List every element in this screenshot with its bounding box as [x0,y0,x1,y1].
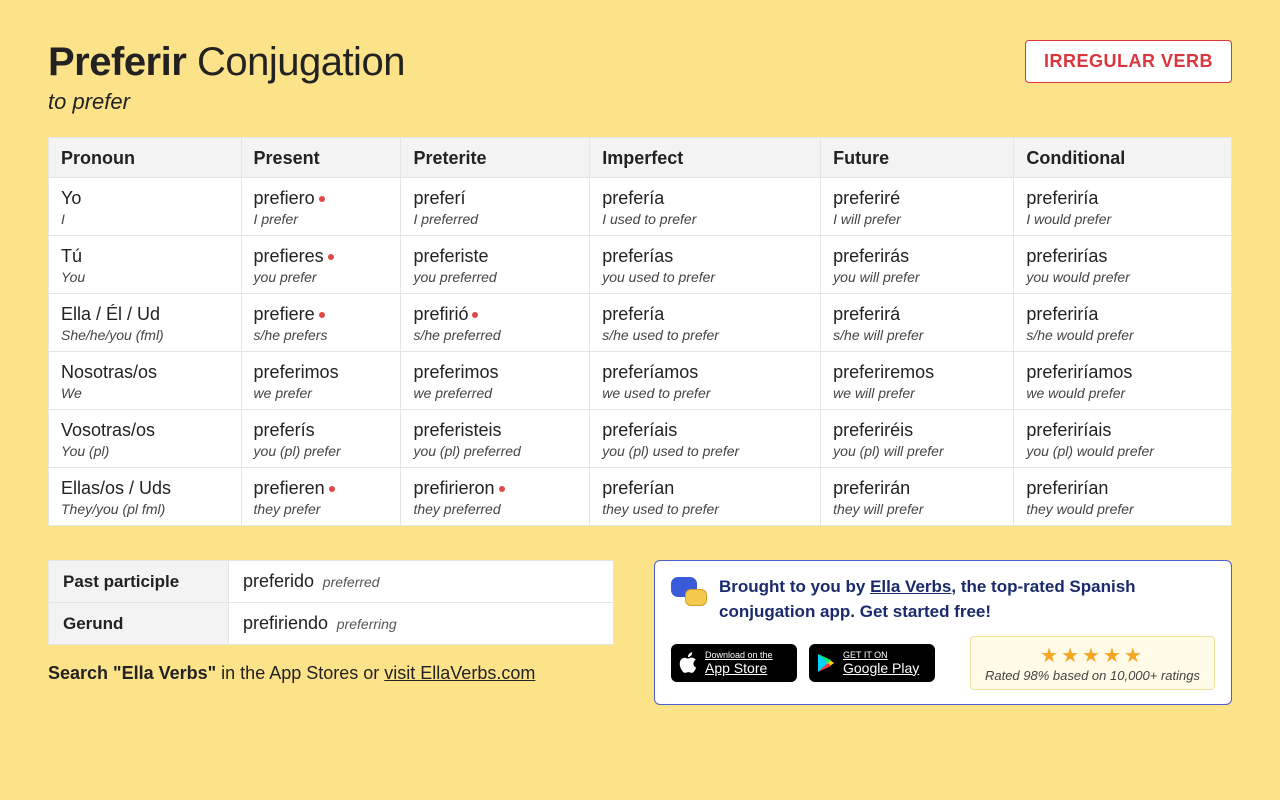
cell-future: preferiremoswe will prefer [821,352,1014,410]
cell-pronoun: YoI [49,178,242,236]
cell-pronoun: Nosotras/osWe [49,352,242,410]
cell-preterite: preferisteyou preferred [401,236,590,294]
subtitle: to prefer [48,89,405,115]
cell-preterite: preferimoswe preferred [401,352,590,410]
cell-future: preferirásyou will prefer [821,236,1014,294]
table-row: Ellas/os / UdsThey/you (pl fml)prefieren… [49,468,1232,526]
cell-imperfect: preferíasyou used to prefer [590,236,821,294]
past-participle-value: preferido [243,571,314,591]
cell-preterite: preferíI preferred [401,178,590,236]
irregular-dot-icon [329,486,335,492]
column-header: Pronoun [49,138,242,178]
cell-preterite: prefiriós/he preferred [401,294,590,352]
page-title: Preferir Conjugation [48,40,405,85]
brand-link[interactable]: Ella Verbs [870,577,951,596]
app-icon [671,575,707,611]
star-icons: ★★★★★ [985,643,1200,668]
table-row: TúYouprefieresyou preferpreferisteyou pr… [49,236,1232,294]
title-verb: Preferir [48,40,186,84]
search-middle: in the App Stores or [216,663,384,683]
table-row: YoIprefieroI preferpreferíI preferredpre… [49,178,1232,236]
cell-present: prefierenthey prefer [241,468,401,526]
cell-imperfect: preferíanthey used to prefer [590,468,821,526]
cell-conditional: preferiríanthey would prefer [1014,468,1232,526]
cell-future: preferirás/he will prefer [821,294,1014,352]
cell-imperfect: preferíaI used to prefer [590,178,821,236]
cell-pronoun: Vosotras/osYou (pl) [49,410,242,468]
gerund-value: prefiriendo [243,613,328,633]
irregular-dot-icon [319,196,325,202]
table-row: Vosotras/osYou (pl)preferísyou (pl) pref… [49,410,1232,468]
rating-text: Rated 98% based on 10,000+ ratings [985,668,1200,683]
forms-table: Past participle preferido preferred Geru… [48,560,614,645]
cell-conditional: preferiríasyou would prefer [1014,236,1232,294]
cell-present: prefieresyou prefer [241,236,401,294]
column-header: Present [241,138,401,178]
cell-present: prefieroI prefer [241,178,401,236]
gerund-trans: preferring [337,616,397,632]
cell-preterite: prefirieronthey preferred [401,468,590,526]
search-line: Search "Ella Verbs" in the App Stores or… [48,663,614,684]
cell-imperfect: preferíamoswe used to prefer [590,352,821,410]
irregular-dot-icon [472,312,478,318]
rating-box: ★★★★★ Rated 98% based on 10,000+ ratings [970,636,1215,690]
google-play-button[interactable]: GET IT ONGoogle Play [809,644,935,682]
irregular-dot-icon [328,254,334,260]
table-row: Nosotras/osWepreferimoswe preferpreferim… [49,352,1232,410]
conjugation-table: PronounPresentPreteriteImperfectFutureCo… [48,137,1232,526]
app-store-button[interactable]: Download on theApp Store [671,644,797,682]
cell-imperfect: preferíaisyou (pl) used to prefer [590,410,821,468]
cell-future: preferiránthey will prefer [821,468,1014,526]
irregular-dot-icon [499,486,505,492]
search-prefix: Search "Ella Verbs" [48,663,216,683]
cell-pronoun: Ella / Él / UdShe/he/you (fml) [49,294,242,352]
cell-conditional: preferiríamoswe would prefer [1014,352,1232,410]
cell-conditional: preferirías/he would prefer [1014,294,1232,352]
column-header: Imperfect [590,138,821,178]
cell-present: preferimoswe prefer [241,352,401,410]
gerund-label: Gerund [49,603,229,645]
table-row: Past participle preferido preferred [49,561,614,603]
cell-preterite: preferisteisyou (pl) preferred [401,410,590,468]
column-header: Conditional [1014,138,1232,178]
column-header: Future [821,138,1014,178]
table-row: Gerund prefiriendo preferring [49,603,614,645]
cell-future: preferiréI will prefer [821,178,1014,236]
past-participle-label: Past participle [49,561,229,603]
cell-conditional: preferiríaI would prefer [1014,178,1232,236]
play-icon [817,653,837,673]
cell-imperfect: preferías/he used to prefer [590,294,821,352]
cell-present: preferísyou (pl) prefer [241,410,401,468]
past-participle-trans: preferred [323,574,380,590]
promo-box: Brought to you by Ella Verbs, the top-ra… [654,560,1232,705]
cell-present: prefieres/he prefers [241,294,401,352]
column-header: Preterite [401,138,590,178]
cell-conditional: preferiríaisyou (pl) would prefer [1014,410,1232,468]
irregular-badge: IRREGULAR VERB [1025,40,1232,83]
cell-future: preferiréisyou (pl) will prefer [821,410,1014,468]
cell-pronoun: TúYou [49,236,242,294]
promo-text: Brought to you by Ella Verbs, the top-ra… [719,575,1215,624]
cell-pronoun: Ellas/os / UdsThey/you (pl fml) [49,468,242,526]
title-rest: Conjugation [197,40,405,84]
visit-link[interactable]: visit EllaVerbs.com [384,663,535,683]
irregular-dot-icon [319,312,325,318]
apple-icon [679,652,699,674]
table-row: Ella / Él / UdShe/he/you (fml)prefieres/… [49,294,1232,352]
